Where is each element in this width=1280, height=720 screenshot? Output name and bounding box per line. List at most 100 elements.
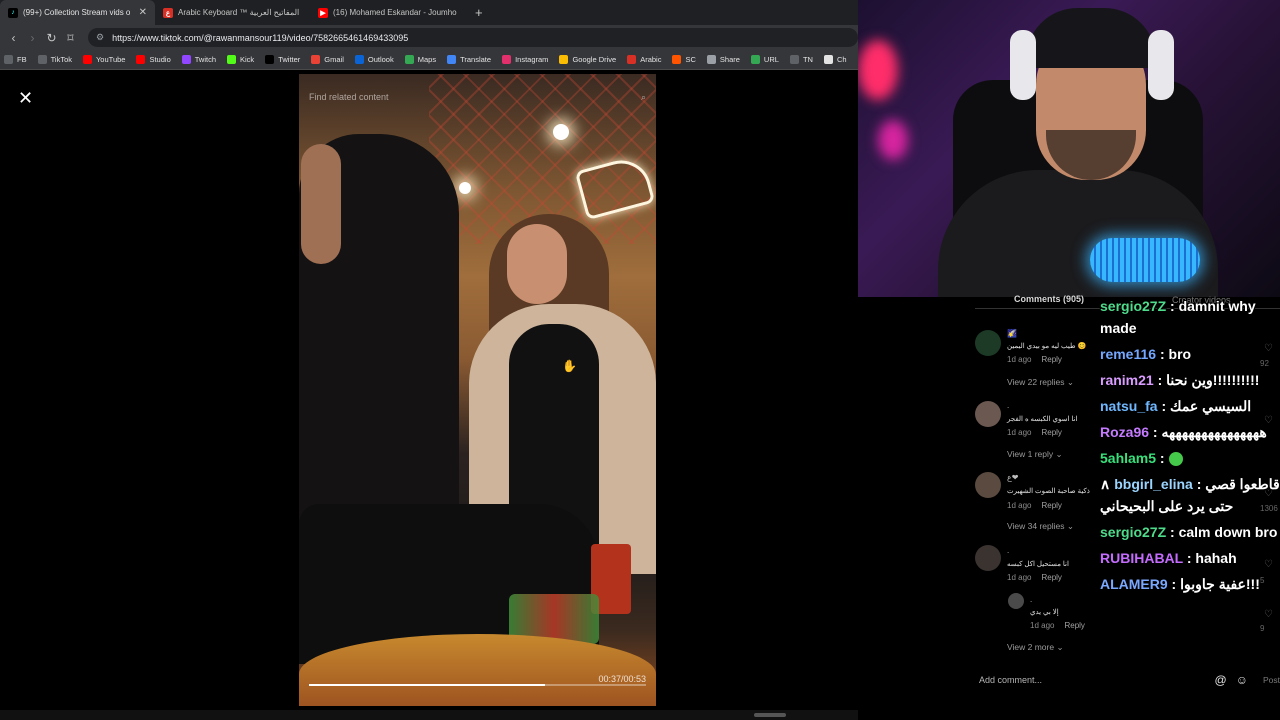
tab-tiktok[interactable]: ♪ (99+) Collection Stream vids o ✕	[0, 0, 155, 25]
close-tab-icon[interactable]: ✕	[139, 7, 147, 18]
video-progress-bar[interactable]	[309, 684, 646, 686]
scrollbar-thumb[interactable]	[754, 713, 786, 717]
bookmark-sc[interactable]: SC	[672, 55, 696, 64]
chat-username[interactable]: sergio27Z	[1100, 524, 1166, 540]
tab-youtube[interactable]: ▶ (16) Mohamed Eskandar - Joumhour	[310, 0, 465, 25]
chat-separator: :	[1167, 576, 1181, 592]
tab-arabic-keyboard[interactable]: ع Arabic Keyboard ™ لوحة المفاتيح العربي…	[155, 0, 310, 25]
bookmark-url[interactable]: URL	[750, 55, 779, 64]
bookmark-tiktok[interactable]: TikTok	[37, 55, 72, 64]
reply-button[interactable]: Reply	[1041, 573, 1061, 582]
comment-text: طيب ليه مو بيدي اليمين 😊	[1007, 343, 1087, 350]
tn-icon	[789, 55, 799, 64]
bookmark-instagram[interactable]: Instagram	[502, 55, 548, 64]
youtube-icon: ▶	[318, 7, 328, 18]
chat-message: ranim21 : وين نحنا!!!!!!!!!!	[1100, 372, 1259, 389]
chat-username[interactable]: reme116	[1100, 346, 1156, 362]
chat-username[interactable]: sergio27Z	[1100, 298, 1166, 314]
bookmark-twitter[interactable]: Twitter	[265, 55, 300, 64]
bookmark-studio[interactable]: Studio	[136, 55, 171, 64]
bookmark-outlook[interactable]: Outlook	[354, 55, 394, 64]
reload-icon[interactable]: ↻	[42, 31, 61, 45]
like-icon[interactable]: ♡	[1264, 343, 1273, 354]
add-comment-bar: Add comment... @ ☺ Post	[958, 665, 1280, 695]
forward-icon[interactable]: ›	[23, 31, 42, 45]
bookmark-fb[interactable]: FB	[4, 55, 27, 64]
chat-message: Roza96 : هههههههههههههههه	[1100, 424, 1267, 441]
view-replies-button[interactable]: View 34 replies ⌄	[1007, 521, 1074, 532]
comment-username[interactable]: ع❤	[1007, 473, 1018, 482]
bookmark-label: Outlook	[367, 55, 394, 64]
bookmark-icon[interactable]: ⌑	[61, 31, 80, 45]
like-count: 1306	[1260, 504, 1278, 513]
reply-button[interactable]: Reply	[1041, 428, 1061, 437]
comment-username[interactable]: .	[1007, 401, 1009, 410]
view-replies-button[interactable]: View 1 reply ⌄	[1007, 449, 1063, 460]
site-info-icon[interactable]: ⚙	[96, 32, 104, 43]
reply-button[interactable]: Reply	[1041, 501, 1061, 510]
post-button[interactable]: Post	[1263, 675, 1280, 685]
bookmark-maps[interactable]: Maps	[404, 55, 436, 64]
like-icon[interactable]: ♡	[1264, 609, 1273, 620]
related-search[interactable]: Find related content ⌕	[309, 88, 646, 106]
chat-username[interactable]: ALAMER9	[1100, 576, 1168, 592]
chat-username[interactable]: bbgirl_elina	[1114, 476, 1193, 492]
chat-text: قاطعوا قصي	[1205, 476, 1280, 492]
chat-text: hahah	[1195, 550, 1237, 566]
horizontal-scrollbar[interactable]	[0, 710, 858, 720]
chat-username[interactable]: ranim21	[1100, 372, 1154, 388]
view-replies-button[interactable]: View 22 replies ⌄	[1007, 377, 1074, 388]
chat-text: السيسي عمك	[1170, 398, 1252, 414]
like-icon[interactable]: ♡	[1264, 559, 1273, 570]
avatar[interactable]	[1008, 593, 1024, 609]
chat-separator: :	[1166, 524, 1179, 540]
chat-username[interactable]: Roza96	[1100, 424, 1149, 440]
streamer-cap	[1026, 8, 1156, 68]
screen: ♪ (99+) Collection Stream vids o ✕ ع Ara…	[0, 0, 1280, 720]
bookmark-tn[interactable]: TN	[789, 55, 813, 64]
bookmark-translate[interactable]: Translate	[447, 55, 491, 64]
chat-username[interactable]: RUBIHABAL	[1100, 550, 1183, 566]
back-icon[interactable]: ‹	[4, 31, 23, 45]
bookmark-arabic[interactable]: Arabic	[627, 55, 661, 64]
bookmark-ch[interactable]: Ch	[823, 55, 847, 64]
search-icon[interactable]: ⌕	[641, 92, 646, 103]
chat-message: RUBIHABAL : hahah	[1100, 550, 1237, 566]
chat-username[interactable]: 5ahlam5	[1100, 450, 1156, 466]
bookmark-kick[interactable]: Kick	[227, 55, 254, 64]
comments-title[interactable]: Comments (905)	[1014, 294, 1084, 304]
new-tab-button[interactable]: +	[465, 0, 493, 25]
chat-username[interactable]: natsu_fa	[1100, 398, 1158, 414]
reply-button[interactable]: Reply	[1041, 355, 1061, 364]
sc-icon	[672, 55, 682, 64]
comment-username[interactable]: .	[1007, 546, 1009, 555]
outlook-icon	[354, 55, 364, 64]
chat-text: made	[1100, 320, 1137, 336]
add-comment-input[interactable]: Add comment...	[979, 675, 1215, 685]
emoji-icon[interactable]: ☺	[1236, 673, 1248, 687]
translate-icon	[447, 55, 457, 64]
avatar[interactable]	[975, 472, 1001, 498]
reply-button[interactable]: Reply	[1064, 621, 1084, 630]
comment-text: إلا بي يدي	[1030, 609, 1059, 616]
chat-text: damnit why	[1178, 298, 1256, 314]
bookmark-youtube[interactable]: YouTube	[82, 55, 125, 64]
twitch-icon	[181, 55, 191, 64]
chat-text: هههههههههههههههه	[1161, 424, 1267, 440]
mention-icon[interactable]: @	[1215, 673, 1227, 687]
avatar[interactable]	[975, 545, 1001, 571]
bookmark-share[interactable]: Share	[706, 55, 740, 64]
view-more-replies-button[interactable]: View 2 more ⌄	[1007, 642, 1064, 653]
video-player[interactable]: Find related content ⌕ ✋ 00:37/00:53	[299, 74, 656, 706]
comment-username[interactable]: 🌠	[1007, 329, 1017, 338]
comment-username[interactable]: .	[1030, 595, 1032, 604]
avatar[interactable]	[975, 330, 1001, 356]
mouse-cursor-icon: ✋	[562, 359, 577, 373]
bookmark-label: FB	[17, 55, 27, 64]
address-bar[interactable]: ⚙ https://www.tiktok.com/@rawanmansour11…	[88, 28, 858, 47]
bookmark-gmail[interactable]: Gmail	[311, 55, 344, 64]
bookmark-google-drive[interactable]: Google Drive	[559, 55, 616, 64]
close-icon[interactable]: ✕	[18, 89, 33, 107]
avatar[interactable]	[975, 401, 1001, 427]
bookmark-twitch[interactable]: Twitch	[181, 55, 216, 64]
